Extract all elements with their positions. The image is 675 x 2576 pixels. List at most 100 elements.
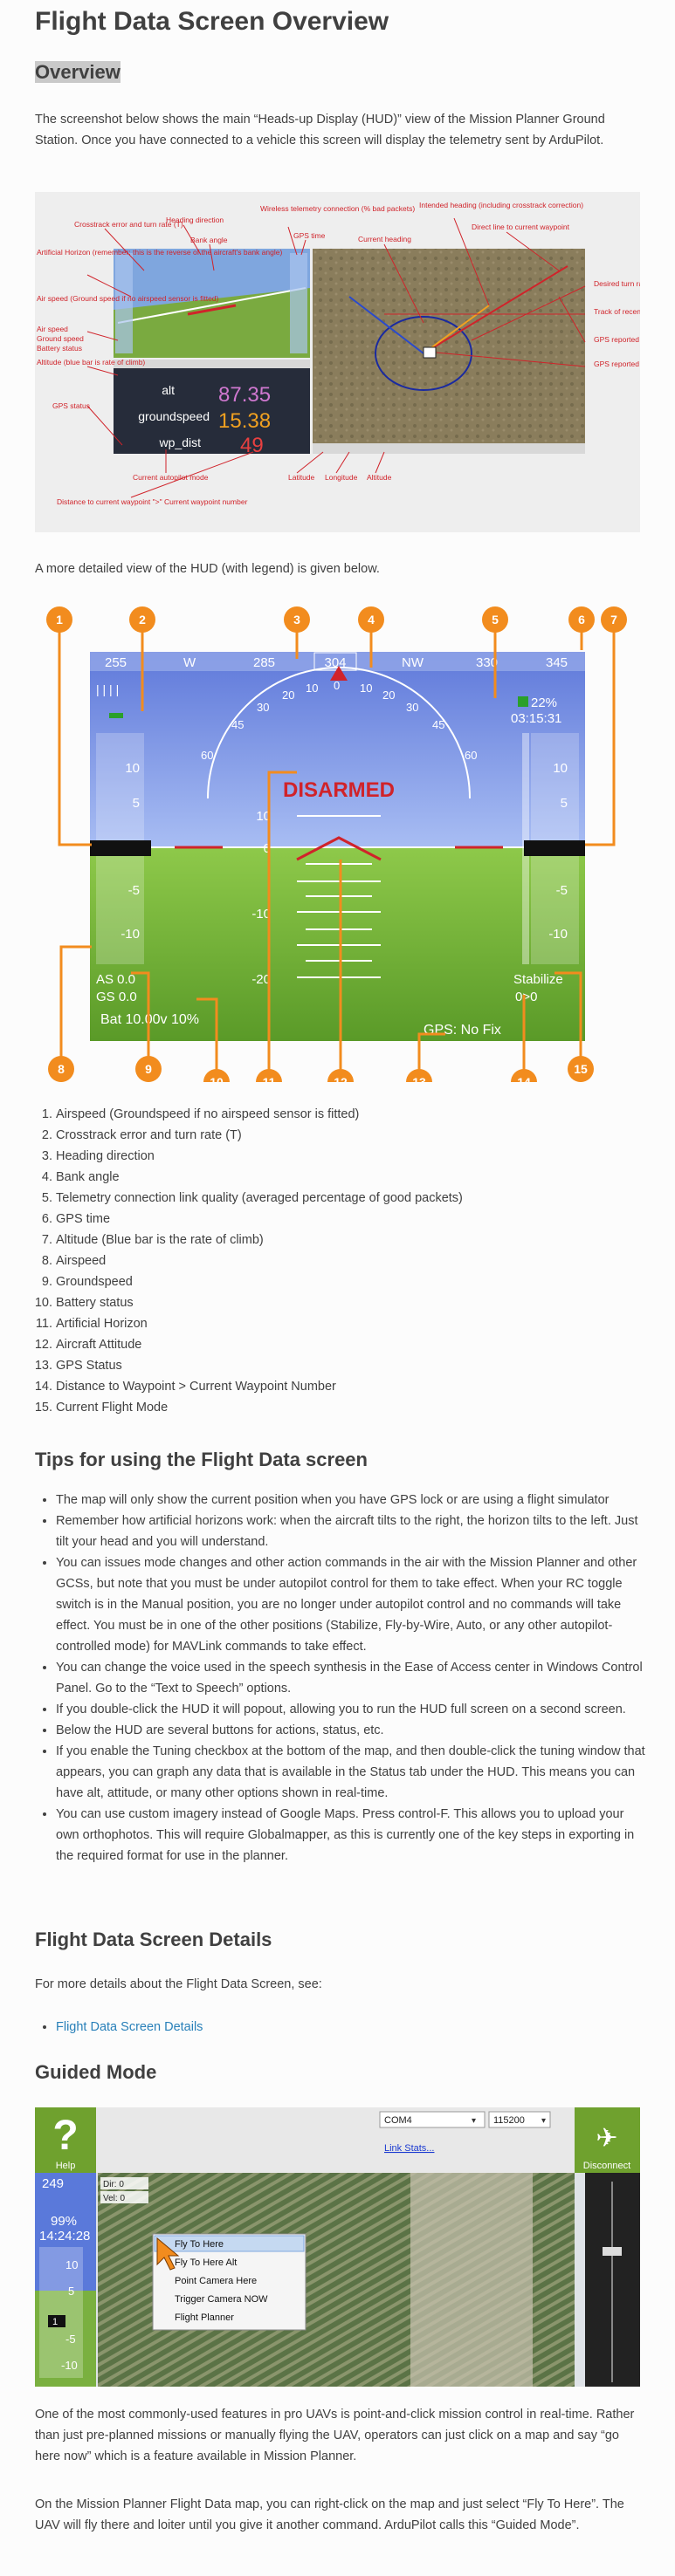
legend-item: Bank angle bbox=[56, 1167, 632, 1188]
svg-text:5: 5 bbox=[68, 2285, 74, 2298]
hud-legend-list: Airspeed (Groundspeed if no airspeed sen… bbox=[35, 1104, 632, 1418]
svg-text:10: 10 bbox=[360, 682, 372, 695]
zoom-slider-handle[interactable] bbox=[603, 2247, 622, 2256]
overview-heading: Overview bbox=[35, 61, 121, 83]
hud-legend-figure: 255 W 285 NW 330 345 304 0 10 10 20 20 30 30 45 45 … bbox=[35, 598, 640, 1100]
svg-text:20: 20 bbox=[282, 689, 294, 702]
tip-item: You can use custom imagery instead of Go… bbox=[56, 1804, 650, 1867]
label-groundspeed: Ground speed bbox=[37, 334, 84, 343]
legend-item: Heading direction bbox=[56, 1146, 632, 1167]
panel-wp-label: wp_dist bbox=[159, 435, 202, 449]
link-icon bbox=[518, 696, 528, 707]
menu-fly-to-here-alt[interactable]: Fly To Here Alt bbox=[175, 2257, 237, 2268]
legend-item: Telemetry connection link quality (avera… bbox=[56, 1188, 632, 1209]
label-autopilot-mode: Current autopilot mode bbox=[133, 473, 209, 482]
details-heading: Flight Data Screen Details bbox=[35, 1929, 272, 1950]
mini-status-panel bbox=[114, 360, 310, 454]
tips-list: The map will only show the current posit… bbox=[35, 1490, 650, 1867]
label-current-heading: Current heading bbox=[358, 235, 411, 243]
svg-text:1: 1 bbox=[52, 2317, 58, 2327]
callout-number: 4 bbox=[368, 613, 375, 627]
port-value: COM4 bbox=[384, 2115, 412, 2126]
altitude-tick: 10 bbox=[553, 761, 568, 776]
label-gps-alt: GPS reported altitude bbox=[594, 335, 640, 344]
svg-text:20: 20 bbox=[382, 689, 395, 702]
legend-item: Airspeed (Groundspeed if no airspeed sen… bbox=[56, 1104, 632, 1125]
label-gpstime: GPS time bbox=[293, 231, 326, 240]
baud-value: 115200 bbox=[493, 2115, 525, 2126]
link-stats-link[interactable]: Link Stats... bbox=[384, 2143, 434, 2154]
help-label: Help bbox=[56, 2161, 76, 2171]
tip-item: You can issues mode changes and other ac… bbox=[56, 1552, 650, 1657]
svg-text:30: 30 bbox=[257, 701, 269, 714]
callout-number: 13 bbox=[412, 1075, 426, 1082]
svg-text:60: 60 bbox=[465, 749, 477, 762]
intro-paragraph: The screenshot below shows the main “Hea… bbox=[35, 113, 605, 147]
callout-number: 14 bbox=[517, 1075, 531, 1082]
callout-number: 6 bbox=[578, 613, 585, 627]
hud-detail-intro: A more detailed view of the HUD (with le… bbox=[35, 562, 380, 576]
menu-trigger-camera[interactable]: Trigger Camera NOW bbox=[175, 2294, 268, 2305]
guided-dir: Dir: 0 bbox=[103, 2180, 124, 2189]
panel-alt-label: alt bbox=[162, 383, 175, 397]
callout-number: 7 bbox=[610, 613, 617, 627]
airspeed-tick: -10 bbox=[121, 927, 140, 942]
hud-airspeed: AS 0.0 bbox=[96, 972, 135, 987]
port-chevron-icon: ▾ bbox=[472, 2116, 476, 2126]
legend-item: Aircraft Attitude bbox=[56, 1334, 632, 1355]
altitude-value-box bbox=[524, 840, 585, 856]
label-track: Track of recent travel bbox=[594, 307, 640, 316]
panel-gs-value: 15.38 bbox=[218, 409, 271, 433]
airspeed-tick: 5 bbox=[133, 796, 140, 811]
callout-number: 10 bbox=[210, 1075, 224, 1082]
hud-flight-mode: Stabilize bbox=[513, 972, 563, 987]
tip-item: If you double-click the HUD it will popo… bbox=[56, 1699, 650, 1720]
label-longitude: Longitude bbox=[325, 473, 358, 482]
label-battery: Battery status bbox=[37, 344, 82, 353]
guided-time: 14:24:28 bbox=[39, 2229, 90, 2244]
label-gps-dir: GPS reported direction of travel (usuall… bbox=[594, 360, 640, 368]
svg-text:-10: -10 bbox=[61, 2359, 78, 2372]
tip-item: Below the HUD are several buttons for ac… bbox=[56, 1720, 650, 1741]
callout-number: 8 bbox=[58, 1062, 65, 1076]
callout-number: 3 bbox=[293, 613, 300, 627]
altitude-tick: -10 bbox=[548, 927, 568, 942]
callout-number: 15 bbox=[574, 1062, 588, 1076]
svg-text:10: 10 bbox=[306, 682, 318, 695]
guided-vel: Vel: 0 bbox=[103, 2194, 125, 2203]
guided-link: 99% bbox=[51, 2214, 77, 2229]
hud-svg: 255 W 285 NW 330 345 304 010 10 20 2030 3045 45 … bbox=[46, 606, 627, 1100]
tip-item: You can change the voice used in the spe… bbox=[56, 1657, 650, 1699]
menu-fly-to-here[interactable]: Fly To Here bbox=[175, 2239, 224, 2250]
details-link[interactable]: Flight Data Screen Details bbox=[56, 2020, 203, 2034]
disarmed-text: DISARMED bbox=[283, 778, 395, 802]
label-horizon: Artificial Horizon (remember: this is th… bbox=[37, 248, 282, 257]
menu-point-camera[interactable]: Point Camera Here bbox=[175, 2276, 257, 2286]
help-icon: ? bbox=[52, 2113, 78, 2159]
details-text: For more details about the Flight Data S… bbox=[35, 1977, 322, 1991]
callout-number: 9 bbox=[145, 1062, 152, 1076]
legend-item: Groundspeed bbox=[56, 1271, 632, 1292]
altitude-tick: -5 bbox=[556, 883, 568, 898]
disconnect-label: Disconnect bbox=[583, 2161, 630, 2171]
menu-flight-planner[interactable]: Flight Planner bbox=[175, 2312, 234, 2323]
tip-item: The map will only show the current posit… bbox=[56, 1490, 650, 1511]
svg-text:-5: -5 bbox=[65, 2333, 76, 2346]
label-distance: Distance to current waypoint ">" Current… bbox=[57, 497, 248, 506]
details-links: Flight Data Screen Details bbox=[35, 2017, 203, 2038]
hud-groundspeed: GS 0.0 bbox=[96, 990, 137, 1004]
heading-tick: W bbox=[183, 655, 196, 670]
guided-alt: 249 bbox=[42, 2176, 64, 2191]
gps-time: 03:15:31 bbox=[511, 711, 561, 726]
svg-text:30: 30 bbox=[406, 701, 418, 714]
callout-number: 5 bbox=[492, 613, 499, 627]
label-airspeed: Air speed bbox=[37, 325, 68, 333]
guided-paragraph-2: On the Mission Planner Flight Data map, … bbox=[35, 2497, 624, 2532]
guided-mode-figure: ? Help ✈ Disconnect COM4 ▾ 115200 ▾ Link… bbox=[35, 2107, 640, 2387]
legend-item: Airspeed bbox=[56, 1250, 632, 1271]
legend-item: Altitude (Blue bar is the rate of climb) bbox=[56, 1230, 632, 1250]
label-wireless: Wireless telemetry connection (% bad pac… bbox=[260, 204, 415, 213]
heading-tick: NW bbox=[402, 655, 424, 670]
airspeed-value-box bbox=[90, 840, 151, 856]
annotated-screenshot-figure: alt 87.35 groundspeed 15.38 wp_dist 49 C… bbox=[35, 192, 675, 532]
